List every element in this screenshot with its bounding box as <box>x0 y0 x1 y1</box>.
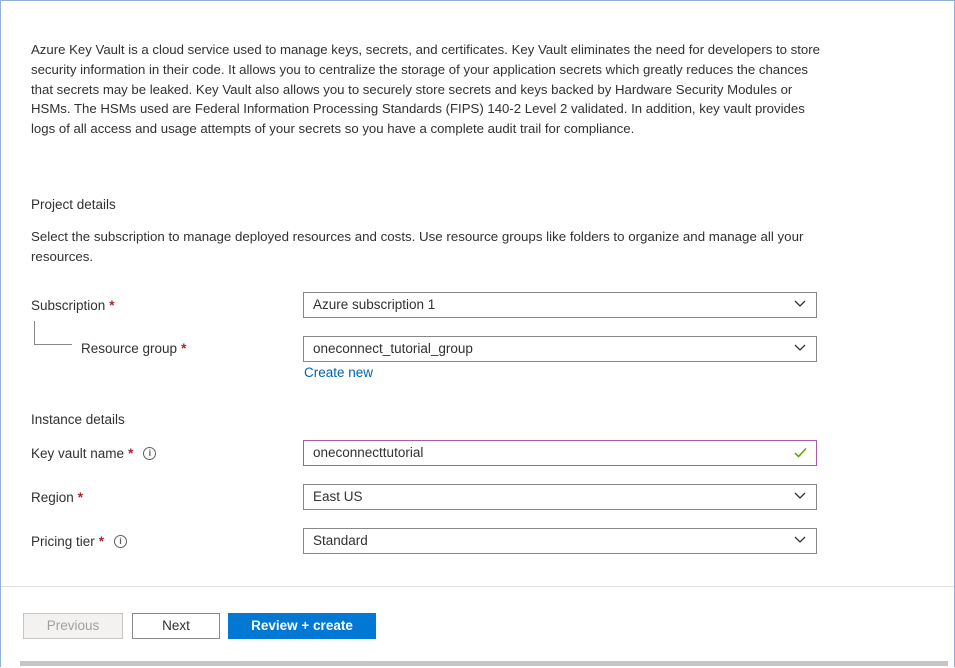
required-marker: * <box>98 534 105 549</box>
key-vault-name-value: oneconnecttutorial <box>313 445 424 460</box>
region-value: East US <box>313 489 363 504</box>
key-vault-name-input[interactable]: oneconnecttutorial <box>303 440 817 466</box>
subscription-label-text: Subscription <box>31 298 106 313</box>
subscription-label: Subscription * <box>31 298 115 313</box>
previous-button[interactable]: Previous <box>23 613 123 639</box>
next-button[interactable]: Next <box>132 613 220 639</box>
required-marker: * <box>128 446 134 461</box>
pricing-tier-label: Pricing tier * i <box>31 534 128 549</box>
region-label-text: Region <box>31 490 74 505</box>
pricing-tier-label-text: Pricing tier <box>31 534 95 549</box>
chevron-down-icon <box>794 492 806 499</box>
resource-group-dropdown[interactable]: oneconnect_tutorial_group <box>303 336 817 362</box>
review-create-button[interactable]: Review + create <box>228 613 376 639</box>
region-dropdown[interactable]: East US <box>303 484 817 510</box>
required-marker: * <box>181 341 187 356</box>
window-frame: Azure Key Vault is a cloud service used … <box>0 0 955 668</box>
required-marker: * <box>109 298 115 313</box>
resource-group-label: Resource group * <box>81 341 186 356</box>
checkmark-icon <box>794 447 807 458</box>
pricing-tier-dropdown[interactable]: Standard <box>303 528 817 554</box>
instance-details-title: Instance details <box>31 412 125 427</box>
info-icon[interactable]: i <box>143 447 157 460</box>
subscription-value: Azure subscription 1 <box>313 297 436 312</box>
region-label: Region * <box>31 490 83 505</box>
chevron-down-icon <box>794 300 806 307</box>
chevron-down-icon <box>794 536 806 543</box>
resource-group-value: oneconnect_tutorial_group <box>313 341 473 356</box>
key-vault-description: Azure Key Vault is a cloud service used … <box>31 42 820 137</box>
project-details-description: Select the subscription to manage deploy… <box>31 229 804 264</box>
info-icon[interactable]: i <box>114 535 128 548</box>
key-vault-name-label: Key vault name * i <box>31 446 157 461</box>
required-marker: * <box>77 490 84 505</box>
wizard-footer: Previous Next Review + create <box>1 586 954 668</box>
project-details-title: Project details <box>31 197 116 212</box>
key-vault-name-label-text: Key vault name <box>31 446 125 461</box>
chevron-down-icon <box>794 344 806 351</box>
form-content: Azure Key Vault is a cloud service used … <box>1 1 954 586</box>
tree-connector <box>34 321 72 345</box>
create-new-link[interactable]: Create new <box>304 365 373 380</box>
subscription-dropdown[interactable]: Azure subscription 1 <box>303 292 817 318</box>
pricing-tier-value: Standard <box>313 533 368 548</box>
horizontal-scrollbar[interactable] <box>20 661 948 666</box>
resource-group-label-text: Resource group <box>81 341 178 356</box>
